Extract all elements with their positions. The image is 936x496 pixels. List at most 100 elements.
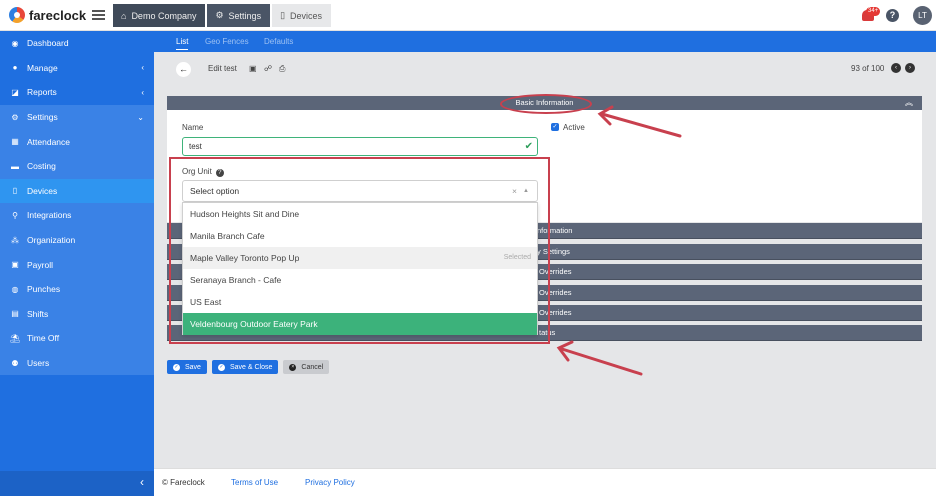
punch-icon: ◍: [11, 284, 19, 294]
sidebar-item-devices[interactable]: ▯ Devices: [0, 178, 154, 204]
breadcrumb-devices: ▯ Devices: [272, 4, 332, 27]
select-placeholder: Select option: [190, 186, 240, 196]
sidebar-item-reports[interactable]: ◪ Reports ‹: [0, 80, 154, 105]
gear-icon: ⚙: [215, 10, 224, 20]
tab-list[interactable]: List: [176, 37, 189, 50]
cancel-label: Cancel: [301, 363, 324, 371]
id-card-icon[interactable]: ▣: [249, 64, 257, 73]
dropdown-option-highlighted[interactable]: Veldenbourg Outdoor Eatery Park: [183, 313, 537, 335]
sidebar-item-shifts[interactable]: ▤ Shifts: [0, 301, 154, 327]
terms-link[interactable]: Terms of Use: [231, 478, 278, 487]
prev-record-button[interactable]: ‹: [891, 63, 901, 73]
breadcrumb-label: Demo Company: [131, 10, 197, 21]
sidebar-item-label: Dashboard: [27, 38, 69, 49]
double-chevron-up-icon[interactable]: ︽: [905, 96, 913, 110]
chevron-down-icon: ⌄: [137, 112, 144, 122]
section-title: Overrides: [539, 267, 572, 276]
binoculars-icon[interactable]: ☍: [264, 64, 272, 73]
dropdown-option[interactable]: US East: [183, 291, 537, 313]
sidebar-item-punches[interactable]: ◍ Punches: [0, 276, 154, 302]
menu-toggle-icon[interactable]: [92, 10, 105, 20]
dropdown-option-selected[interactable]: Maple Valley Toronto Pop Up Selected: [183, 247, 537, 269]
dropdown-option[interactable]: Manila Branch Cafe: [183, 225, 537, 247]
sidebar-item-settings[interactable]: ⚙ Settings ⌄: [0, 104, 154, 130]
org-unit-label-text: Org Unit: [182, 167, 212, 176]
footer: © Fareclock Terms of Use Privacy Policy: [154, 468, 936, 496]
print-icon[interactable]: ⎙: [279, 64, 285, 74]
sidebar-item-label: Costing: [27, 161, 56, 172]
chart-icon: ◪: [11, 87, 19, 97]
cancel-button[interactable]: × Cancel: [283, 360, 330, 374]
sidebar-item-label: Devices: [27, 185, 58, 196]
sidebar-item-costing[interactable]: ▬ Costing: [0, 153, 154, 179]
dashboard-icon: ◉: [11, 38, 19, 48]
breadcrumb-home[interactable]: ⌂ Demo Company: [113, 4, 206, 27]
sidebar-item-payroll[interactable]: ▣ Payroll: [0, 252, 154, 277]
tab-bar: List Geo Fences Defaults: [154, 31, 936, 52]
app-logo[interactable]: fareclock: [9, 7, 86, 23]
tab-defaults[interactable]: Defaults: [264, 37, 293, 46]
caret-up-icon[interactable]: ▲: [523, 181, 529, 201]
users-icon: ⚉: [11, 358, 19, 368]
save-close-label: Save & Close: [229, 363, 273, 371]
avatar[interactable]: LT: [913, 6, 932, 25]
section-title: y Settings: [537, 247, 570, 256]
name-input[interactable]: test ✔: [182, 137, 538, 156]
active-label: Active: [563, 123, 585, 132]
shift-icon: ▤: [11, 309, 19, 319]
tab-geo-fences[interactable]: Geo Fences: [205, 37, 249, 46]
close-icon: ×: [289, 363, 297, 371]
sidebar-item-users[interactable]: ⚉ Users: [0, 350, 154, 376]
help-icon[interactable]: ?: [886, 9, 899, 22]
sidebar-item-manage[interactable]: ● Manage ‹: [0, 56, 154, 81]
sidebar: ◉ Dashboard ● Manage ‹ ◪ Reports ‹ ⚙ Settings ⌄…: [0, 31, 154, 496]
sidebar-item-label: Time Off: [27, 333, 60, 344]
back-button[interactable]: ←: [176, 62, 191, 77]
sidebar-item-integrations[interactable]: ⚲ Integrations: [0, 203, 154, 228]
clear-icon[interactable]: ×: [512, 181, 517, 201]
gear-icon: ⚙: [11, 112, 19, 122]
org-unit-label: Org Unit?: [182, 167, 224, 177]
sidebar-item-label: Attendance: [27, 136, 71, 147]
org-unit-select[interactable]: Select option × ▲: [182, 180, 538, 202]
name-value: test: [189, 142, 202, 151]
user-icon: ●: [12, 63, 18, 73]
name-label: Name: [182, 123, 204, 132]
dropdown-option[interactable]: Seranaya Branch - Cafe: [183, 269, 537, 291]
device-icon: ▯: [12, 186, 18, 196]
notifications-button[interactable]: 34+: [862, 7, 881, 21]
plug-icon: ⚲: [12, 210, 18, 220]
active-checkbox[interactable]: ✓: [551, 123, 559, 131]
sidebar-item-label: Payroll: [27, 259, 53, 270]
timeoff-icon: ⛱: [10, 333, 21, 343]
section-title: nformation: [537, 226, 573, 235]
sidebar-item-label: Reports: [27, 87, 57, 98]
section-basic-information[interactable]: Basic Information ︽: [167, 96, 922, 110]
sidebar-item-attendance[interactable]: ▦ Attendance: [0, 129, 154, 154]
help-icon[interactable]: ?: [215, 169, 224, 177]
dropdown-option[interactable]: Hudson Heights Sit and Dine: [183, 203, 537, 225]
save-button[interactable]: ✓ Save: [167, 360, 207, 374]
save-close-button[interactable]: ✓ Save & Close: [211, 360, 279, 374]
home-icon: ⌂: [121, 10, 127, 21]
top-bar: fareclock ⌂ Demo Company ⚙ Settings ▯ De…: [0, 0, 936, 31]
sidebar-item-organization[interactable]: ⁂ Organization: [0, 227, 154, 253]
next-record-button[interactable]: ›: [905, 63, 915, 73]
save-label: Save: [185, 363, 201, 371]
sidebar-item-label: Shifts: [27, 308, 49, 319]
sidebar-item-dashboard[interactable]: ◉ Dashboard: [0, 31, 154, 56]
logo-icon: [9, 7, 25, 23]
sidebar-item-label: Punches: [27, 284, 61, 295]
attendance-icon: ▦: [11, 137, 19, 147]
sidebar-item-time-off[interactable]: ⛱ Time Off: [0, 326, 154, 351]
logo-text: fareclock: [29, 7, 87, 23]
check-icon: ✓: [173, 363, 180, 371]
breadcrumb-label: Settings: [228, 10, 262, 21]
main-content: ← Edit test ▣ ☍ ⎙ 93 of 100 ‹ › Basic In…: [154, 52, 936, 468]
breadcrumb-settings[interactable]: ⚙ Settings: [207, 4, 271, 27]
sidebar-item-label: Settings: [27, 112, 58, 123]
selected-tag: Selected: [503, 254, 531, 261]
check-icon: ✔: [524, 141, 533, 152]
collapse-sidebar-button[interactable]: ‹: [0, 471, 154, 496]
privacy-link[interactable]: Privacy Policy: [305, 478, 355, 487]
